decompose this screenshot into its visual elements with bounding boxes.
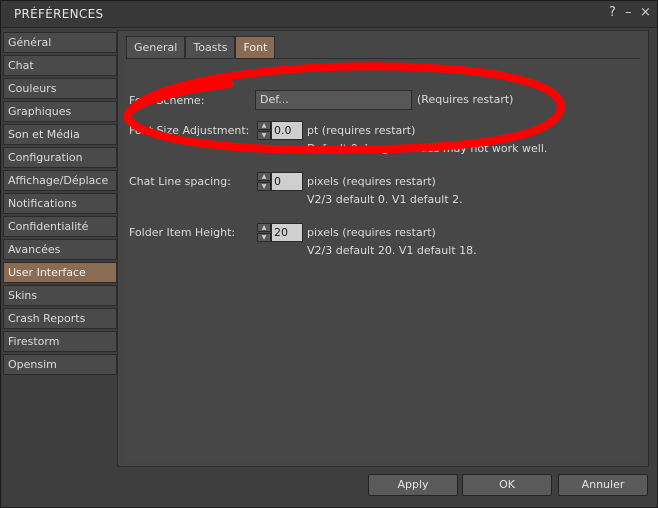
- sidebar: Général Chat Couleurs Graphiques Son et …: [3, 32, 117, 377]
- font-tab-content: Font Scheme: Def... (Requires restart) F…: [126, 58, 640, 461]
- increment-up-icon[interactable]: ▲: [257, 121, 271, 130]
- apply-button[interactable]: Apply: [368, 474, 458, 496]
- decrement-down-icon[interactable]: ▼: [257, 233, 271, 242]
- window-title: PRÉFÉRENCES: [14, 7, 104, 21]
- sidebar-item-crash-reports[interactable]: Crash Reports: [3, 308, 117, 329]
- chat-line-spacing-spinner: ▲ ▼: [257, 172, 271, 191]
- folder-item-height-spinner: ▲ ▼: [257, 223, 271, 242]
- folder-item-height-label: Folder Item Height:: [129, 226, 236, 239]
- dialog-footer: Apply OK Annuler: [1, 474, 657, 498]
- font-scheme-label: Font Scheme:: [129, 94, 205, 107]
- sidebar-item-graphics[interactable]: Graphiques: [3, 101, 117, 122]
- font-size-help-text: Default 0. Larger values may not work we…: [307, 142, 548, 155]
- tab-toasts[interactable]: Toasts: [185, 36, 236, 58]
- tab-font[interactable]: Font: [235, 36, 276, 58]
- minimize-icon[interactable]: –: [625, 5, 632, 20]
- font-scheme-note: (Requires restart): [417, 93, 514, 106]
- sidebar-item-advanced[interactable]: Avancées: [3, 239, 117, 260]
- font-size-spinner: ▲ ▼: [257, 121, 271, 140]
- folder-item-height-input[interactable]: 20: [271, 223, 303, 242]
- font-scheme-select[interactable]: Def...: [255, 90, 412, 110]
- ok-button[interactable]: OK: [462, 474, 552, 496]
- font-size-adjustment-input[interactable]: 0.0: [271, 121, 303, 140]
- sidebar-item-privacy[interactable]: Confidentialité: [3, 216, 117, 237]
- chat-line-spacing-help-text: V2/3 default 0. V1 default 2.: [307, 193, 463, 206]
- sidebar-item-general[interactable]: Général: [3, 32, 117, 53]
- decrement-down-icon[interactable]: ▼: [257, 131, 271, 140]
- help-icon[interactable]: ?: [609, 5, 616, 20]
- preferences-window: PRÉFÉRENCES ? – × Général Chat Couleurs …: [0, 0, 658, 508]
- chat-line-spacing-input[interactable]: 0: [271, 172, 303, 191]
- sidebar-item-sound-media[interactable]: Son et Média: [3, 124, 117, 145]
- cancel-button[interactable]: Annuler: [558, 474, 648, 496]
- chat-line-spacing-label: Chat Line spacing:: [129, 175, 231, 188]
- sidebar-item-firestorm[interactable]: Firestorm: [3, 331, 117, 352]
- sidebar-item-user-interface[interactable]: User Interface: [3, 262, 117, 283]
- increment-up-icon[interactable]: ▲: [257, 172, 271, 181]
- sidebar-item-colors[interactable]: Couleurs: [3, 78, 117, 99]
- sidebar-item-display-move[interactable]: Affichage/Déplace: [3, 170, 117, 191]
- sidebar-item-notifications[interactable]: Notifications: [3, 193, 117, 214]
- close-icon[interactable]: ×: [640, 5, 651, 20]
- sidebar-item-chat[interactable]: Chat: [3, 55, 117, 76]
- folder-item-height-unit-note: pixels (requires restart): [307, 226, 436, 239]
- font-size-unit-note: pt (requires restart): [307, 124, 416, 137]
- decrement-down-icon[interactable]: ▼: [257, 182, 271, 191]
- chat-line-spacing-unit-note: pixels (requires restart): [307, 175, 436, 188]
- title-bar: PRÉFÉRENCES ? – ×: [1, 1, 657, 28]
- tab-general[interactable]: General: [126, 36, 186, 58]
- sidebar-item-skins[interactable]: Skins: [3, 285, 117, 306]
- increment-up-icon[interactable]: ▲: [257, 223, 271, 232]
- font-scheme-value: Def...: [260, 93, 289, 106]
- sidebar-item-configuration[interactable]: Configuration: [3, 147, 117, 168]
- tab-strip: General Toasts Font: [126, 36, 276, 58]
- sidebar-item-opensim[interactable]: Opensim: [3, 354, 117, 375]
- folder-item-height-help-text: V2/3 default 20. V1 default 18.: [307, 244, 477, 257]
- font-size-adjustment-label: Font Size Adjustment:: [129, 124, 250, 137]
- preferences-panel: General Toasts Font Font Scheme: Def... …: [117, 30, 649, 467]
